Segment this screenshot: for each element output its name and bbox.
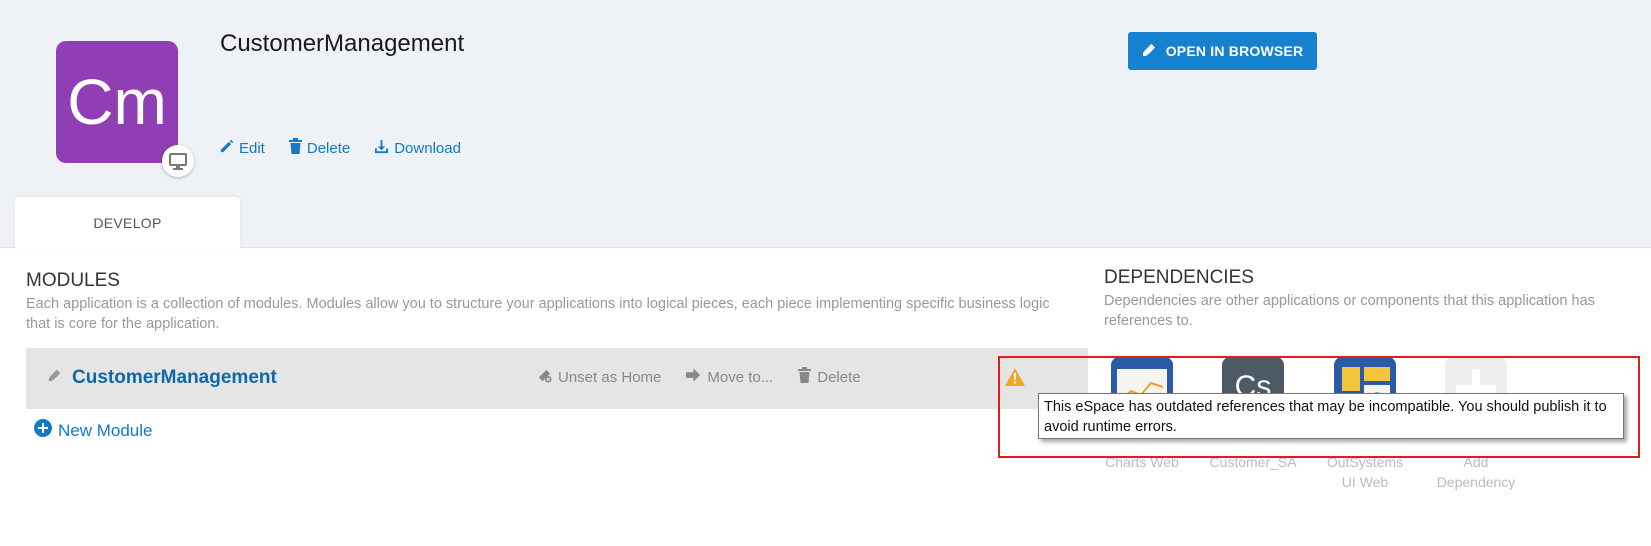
delete-link[interactable]: Delete (288, 138, 351, 158)
app-title: CustomerManagement (220, 30, 465, 57)
arrow-right-icon (686, 368, 701, 386)
app-actions: Edit Delete Download (219, 138, 461, 158)
module-name-link[interactable]: CustomerManagement (72, 367, 277, 389)
open-in-browser-button[interactable]: OPEN IN BROWSER (1128, 32, 1317, 70)
module-delete-label: Delete (817, 368, 861, 386)
tab-develop[interactable]: DEVELOP (15, 197, 240, 248)
new-module-button[interactable]: New Module (34, 419, 153, 442)
download-label: Download (394, 139, 461, 157)
highlight-box (998, 356, 1640, 458)
new-module-label: New Module (58, 420, 153, 440)
module-actions: Unset as Home Move to... Delete (537, 367, 861, 387)
dependencies-description: Dependencies are other applications or c… (1104, 293, 1595, 329)
open-in-browser-label: OPEN IN BROWSER (1165, 43, 1304, 59)
app-icon: Cm (56, 41, 178, 163)
trash-icon (288, 138, 302, 158)
home-unset-icon (537, 368, 552, 387)
modules-title: MODULES (26, 270, 120, 291)
edit-label: Edit (239, 139, 265, 157)
module-row[interactable]: CustomerManagement Unset as Home Move to… (26, 348, 1088, 409)
pencil-icon (219, 139, 234, 158)
module-web-icon (48, 368, 62, 387)
delete-label: Delete (306, 139, 351, 157)
trash-icon (798, 367, 812, 387)
dependencies-title: DEPENDENCIES (1104, 267, 1254, 288)
download-icon (374, 139, 389, 158)
plus-circle-icon (34, 419, 52, 442)
dependency-label: Add Dependency (1436, 454, 1516, 490)
module-delete-button[interactable]: Delete (798, 367, 861, 387)
monitor-icon (162, 145, 194, 177)
move-to-button[interactable]: Move to... (686, 367, 773, 387)
dependency-label: OutSystems UI Web (1326, 454, 1404, 490)
unset-home-label: Unset as Home (558, 368, 662, 386)
external-link-icon (1142, 42, 1157, 60)
move-to-label: Move to... (707, 368, 774, 386)
download-link[interactable]: Download (374, 138, 461, 158)
modules-description: Each application is a collection of modu… (26, 296, 1050, 332)
tab-develop-label: DEVELOP (93, 214, 162, 231)
edit-link[interactable]: Edit (219, 138, 265, 158)
unset-home-button[interactable]: Unset as Home (537, 367, 661, 387)
